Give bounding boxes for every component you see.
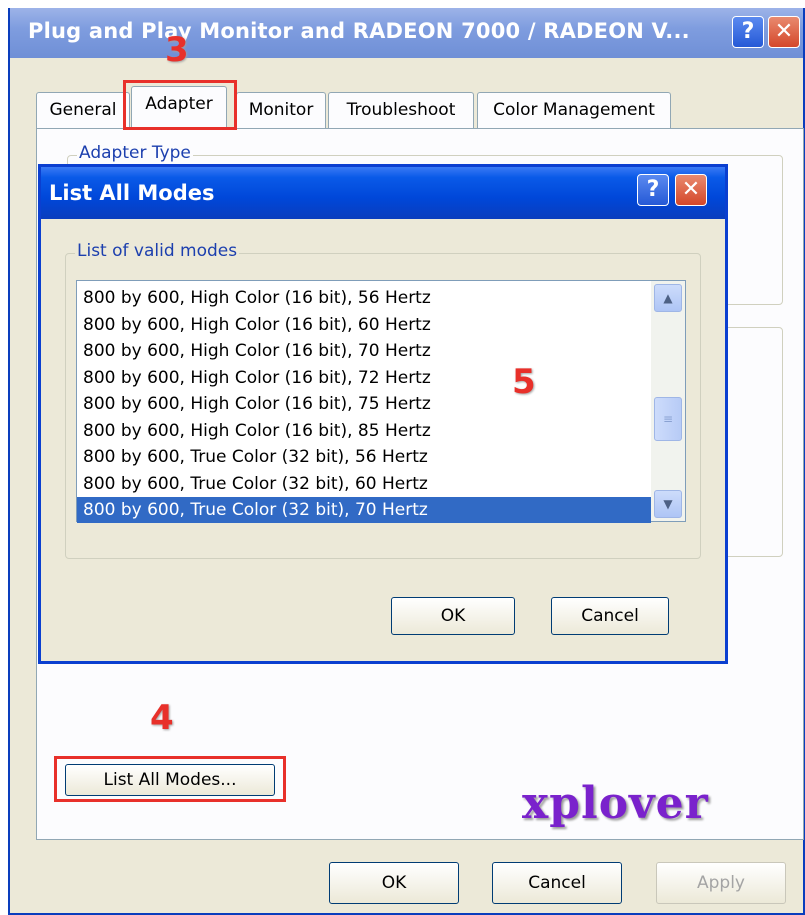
scroll-down-icon[interactable]: ▼: [654, 490, 682, 518]
scroll-up-icon[interactable]: ▲: [654, 284, 682, 312]
step5-number: 5: [512, 362, 536, 402]
cancel-button[interactable]: Cancel: [492, 862, 622, 904]
dialog-title: List All Modes: [49, 181, 215, 205]
window-title: Plug and Play Monitor and RADEON 7000 / …: [28, 19, 690, 43]
mode-list-item[interactable]: 800 by 600, High Color (16 bit), 72 Hert…: [77, 365, 651, 391]
step4-number: 4: [150, 698, 174, 738]
tab-troubleshoot[interactable]: Troubleshoot: [328, 92, 474, 128]
window-titlebar[interactable]: Plug and Play Monitor and RADEON 7000 / …: [10, 8, 803, 58]
mode-list-item[interactable]: 800 by 600, High Color (16 bit), 75 Hert…: [77, 391, 651, 417]
help-icon[interactable]: ?: [732, 16, 764, 48]
mode-list-item[interactable]: 800 by 600, True Color (32 bit), 60 Hert…: [77, 471, 651, 497]
dialog-help-icon[interactable]: ?: [637, 174, 669, 206]
tab-general[interactable]: General: [36, 92, 130, 128]
dialog-cancel-button[interactable]: Cancel: [551, 597, 669, 635]
dialog-titlebar[interactable]: List All Modes ? ✕: [41, 167, 725, 219]
scroll-thumb[interactable]: ≡: [654, 397, 682, 441]
mode-list-item[interactable]: 800 by 600, High Color (16 bit), 85 Hert…: [77, 418, 651, 444]
dialog-ok-button[interactable]: OK: [391, 597, 515, 635]
tab-monitor[interactable]: Monitor: [236, 92, 326, 128]
mode-list-item[interactable]: 800 by 600, High Color (16 bit), 56 Hert…: [77, 285, 651, 311]
mode-list-item[interactable]: 800 by 600, High Color (16 bit), 70 Hert…: [77, 338, 651, 364]
step3-number: 3: [165, 30, 189, 70]
ok-button[interactable]: OK: [329, 862, 459, 904]
tab-color-management[interactable]: Color Management: [477, 92, 671, 128]
step3-highlight: [123, 80, 237, 130]
apply-button[interactable]: Apply: [656, 862, 786, 904]
mode-list-item[interactable]: 800 by 600, High Color (16 bit), 60 Hert…: [77, 312, 651, 338]
step4-highlight: [54, 756, 286, 802]
valid-modes-label: List of valid modes: [75, 241, 240, 261]
mode-list-item[interactable]: 800 by 600, True Color (32 bit), 70 Hert…: [77, 497, 651, 523]
modes-listbox[interactable]: 800 by 600, High Color (16 bit), 56 Hert…: [76, 280, 686, 523]
close-icon[interactable]: ✕: [768, 16, 800, 48]
xplover-watermark: xplover: [522, 778, 709, 829]
dialog-close-icon[interactable]: ✕: [675, 174, 707, 206]
mode-list-item[interactable]: 800 by 600, True Color (32 bit), 56 Hert…: [77, 444, 651, 470]
adapter-type-label: Adapter Type: [77, 143, 193, 163]
modes-scrollbar[interactable]: ▲ ≡ ▼: [651, 281, 685, 521]
